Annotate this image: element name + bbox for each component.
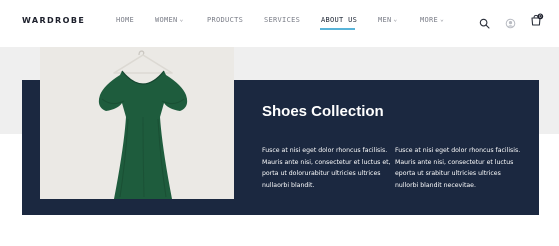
collection-text-right: Fusce at nisi eget dolor rhoncus facilis… (395, 147, 521, 189)
cart-count-badge: 0 (539, 14, 542, 19)
nav-label: MORE (420, 16, 439, 24)
active-nav-indicator (320, 28, 355, 30)
nav-label: PRODUCTS (207, 16, 244, 24)
brand-logo[interactable]: WARDROBE (22, 16, 85, 25)
nav-label: HOME (116, 16, 135, 24)
nav-item-about-us[interactable]: ABOUT US (321, 16, 357, 24)
nav-item-services[interactable]: SERVICES (264, 16, 300, 24)
nav-label: SERVICES (264, 16, 301, 24)
chevron-down-icon: ⌄ (393, 16, 398, 23)
nav-item-men[interactable]: MEN ⌄ (378, 16, 397, 24)
nav-item-more[interactable]: MORE ⌄ (420, 16, 444, 24)
nav-label: ABOUT US (321, 16, 358, 24)
nav-label: WOMEN (155, 16, 178, 24)
collection-title: Shoes Collection (262, 103, 384, 120)
search-icon[interactable] (479, 14, 490, 33)
collection-text-left: Fusce at nisi eget dolor rhoncus facilis… (262, 147, 391, 189)
nav-item-women[interactable]: WOMEN ⌄ (155, 16, 184, 24)
nav-item-home[interactable]: HOME (116, 16, 134, 24)
cart-icon[interactable]: 0 (530, 12, 544, 31)
site-header: WARDROBE HOME WOMEN ⌄ PRODUCTS SERVICES A… (0, 0, 559, 47)
user-icon[interactable] (505, 14, 516, 33)
chevron-down-icon: ⌄ (440, 16, 444, 23)
nav-label: MEN (378, 16, 392, 24)
chevron-down-icon: ⌄ (179, 16, 184, 23)
dress-photo (40, 47, 234, 199)
nav-item-products[interactable]: PRODUCTS (207, 16, 243, 24)
